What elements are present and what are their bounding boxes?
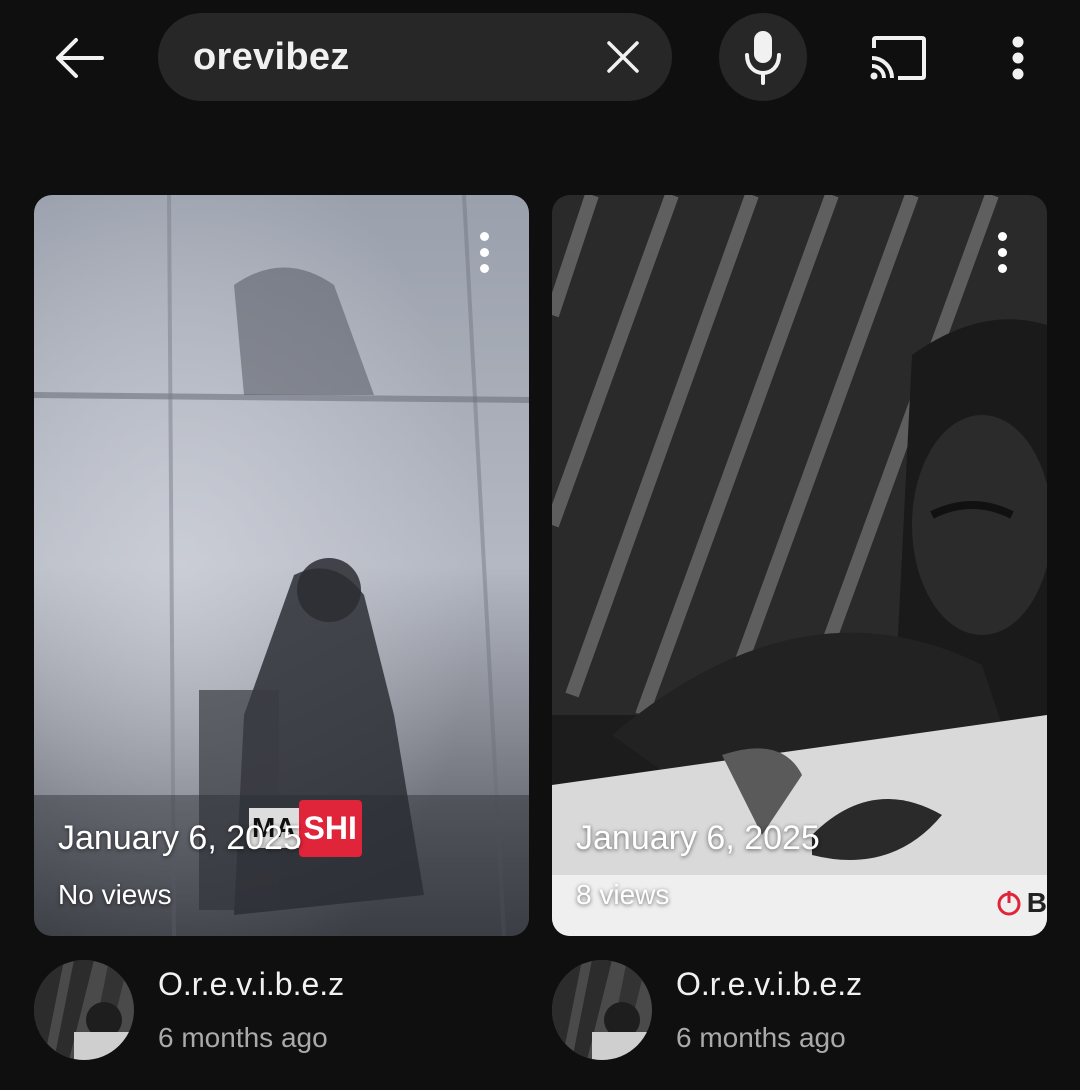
- dot: [997, 247, 1007, 257]
- video-date: January 6, 2025: [58, 819, 302, 857]
- cast-icon: [870, 36, 926, 80]
- avatar-image: [552, 960, 652, 1060]
- video-options-button[interactable]: [467, 225, 501, 279]
- video-thumbnail[interactable]: MA SHI January 6, 2025 No views: [34, 195, 529, 936]
- dot: [997, 263, 1007, 273]
- upload-age: 6 months ago: [676, 1022, 846, 1053]
- dot: [479, 231, 489, 241]
- channel-avatar[interactable]: [552, 960, 652, 1060]
- dot: [997, 231, 1007, 241]
- close-icon: [607, 41, 639, 73]
- more-vert-icon: [1012, 36, 1024, 80]
- video-result-card[interactable]: B January 6, 2025 8 views O.r.e.v.i.b.e.…: [552, 195, 1047, 1060]
- watermark-text: B: [1026, 887, 1047, 918]
- sticker-text-right: SHI: [298, 799, 362, 857]
- video-views: 8 views: [576, 879, 670, 910]
- watermark: B: [995, 887, 1047, 919]
- microphone-icon: [745, 31, 781, 85]
- top-bar: orevibez: [0, 0, 1080, 120]
- video-date: January 6, 2025: [576, 819, 820, 857]
- power-icon: [997, 891, 1021, 916]
- arrow-left-icon: [56, 38, 104, 78]
- video-options-button[interactable]: [985, 225, 1019, 279]
- video-meta: O.r.e.v.i.b.e.z 6 months ago: [34, 960, 529, 1070]
- cast-button[interactable]: [858, 26, 938, 90]
- clear-search-button[interactable]: [598, 32, 648, 82]
- channel-name[interactable]: O.r.e.v.i.b.e.z: [158, 966, 344, 1003]
- back-button[interactable]: [40, 26, 116, 90]
- channel-avatar[interactable]: [34, 960, 134, 1060]
- video-thumbnail[interactable]: B January 6, 2025 8 views: [552, 195, 1047, 936]
- video-result-card[interactable]: MA SHI January 6, 2025 No views O.r.e.v.…: [34, 195, 529, 1060]
- search-query-text[interactable]: orevibez: [193, 36, 350, 79]
- dot: [479, 247, 489, 257]
- channel-name[interactable]: O.r.e.v.i.b.e.z: [676, 966, 862, 1003]
- video-views: No views: [58, 879, 172, 910]
- voice-search-button[interactable]: [719, 13, 807, 101]
- more-options-button[interactable]: [990, 26, 1046, 90]
- dot: [479, 263, 489, 273]
- video-meta: O.r.e.v.i.b.e.z 6 months ago: [552, 960, 1047, 1070]
- search-field[interactable]: orevibez: [158, 13, 672, 101]
- avatar-image: [34, 960, 134, 1060]
- upload-age: 6 months ago: [158, 1022, 328, 1053]
